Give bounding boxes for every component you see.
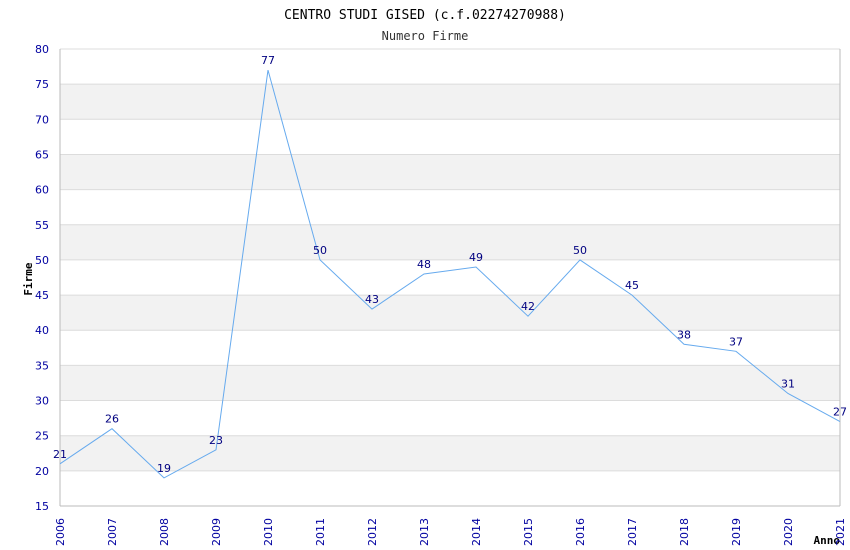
x-tick-2008: 2008 xyxy=(158,518,171,546)
x-tick-2010: 2010 xyxy=(262,518,275,546)
data-label-2019: 37 xyxy=(729,335,743,348)
y-tick-30: 30 xyxy=(35,395,49,408)
data-label-2015: 42 xyxy=(521,300,535,313)
y-tick-20: 20 xyxy=(35,465,49,478)
data-label-2016: 50 xyxy=(573,244,587,257)
chart-title: CENTRO STUDI GISED (c.f.02274270988) xyxy=(284,8,566,23)
x-tick-2011: 2011 xyxy=(314,518,327,546)
x-tick-2006: 2006 xyxy=(54,518,67,546)
x-tick-2012: 2012 xyxy=(366,518,379,546)
chart-subtitle: Numero Firme xyxy=(382,29,469,43)
data-label-2012: 43 xyxy=(365,293,379,306)
band-50 xyxy=(60,224,840,260)
data-label-2008: 19 xyxy=(157,462,171,475)
y-tick-75: 75 xyxy=(35,78,49,91)
y-tick-60: 60 xyxy=(35,184,49,197)
x-tick-labels: 2006 2007 2008 2009 2010 2011 2012 2013 2014 2015… xyxy=(54,518,847,546)
band-30 xyxy=(60,365,840,401)
data-label-2018: 38 xyxy=(677,328,691,341)
data-label-2006: 21 xyxy=(53,448,67,461)
y-tick-50: 50 xyxy=(35,254,49,267)
band-70 xyxy=(60,84,840,120)
y-tick-70: 70 xyxy=(35,113,49,126)
x-tick-2014: 2014 xyxy=(470,518,483,546)
band-40 xyxy=(60,295,840,331)
x-tick-2016: 2016 xyxy=(574,518,587,546)
x-tick-2013: 2013 xyxy=(418,518,431,546)
y-tick-40: 40 xyxy=(35,324,49,337)
y-tick-80: 80 xyxy=(35,43,49,56)
y-tick-45: 45 xyxy=(35,289,49,302)
data-label-2017: 45 xyxy=(625,279,639,292)
data-label-2021: 27 xyxy=(833,406,847,419)
y-tick-15: 15 xyxy=(35,500,49,513)
y-tick-55: 55 xyxy=(35,219,49,232)
data-label-2013: 48 xyxy=(417,258,431,271)
x-tick-2015: 2015 xyxy=(522,518,535,546)
line-chart: CENTRO STUDI GISED (c.f.02274270988) Num… xyxy=(22,8,847,547)
data-label-2009: 23 xyxy=(209,434,223,447)
series-firme xyxy=(59,69,841,479)
y-tick-labels: 15 20 25 30 35 40 45 50 55 60 65 70 75 80 xyxy=(35,43,49,513)
x-tick-2021: 2021 xyxy=(834,518,847,546)
background-bands xyxy=(60,84,840,471)
y-tick-65: 65 xyxy=(35,148,49,161)
data-label-2010: 77 xyxy=(261,54,275,67)
band-20 xyxy=(60,435,840,471)
x-tick-2007: 2007 xyxy=(106,518,119,546)
data-label-2020: 31 xyxy=(781,378,795,391)
band-60 xyxy=(60,154,840,190)
x-tick-2009: 2009 xyxy=(210,518,223,546)
data-label-2007: 26 xyxy=(105,413,119,426)
x-tick-2018: 2018 xyxy=(678,518,691,546)
x-tick-2019: 2019 xyxy=(730,518,743,546)
series-line xyxy=(59,69,841,479)
y-axis-title: Firme xyxy=(22,262,35,295)
y-tick-35: 35 xyxy=(35,359,49,372)
y-tick-25: 25 xyxy=(35,430,49,443)
x-tick-2017: 2017 xyxy=(626,518,639,546)
data-label-2011: 50 xyxy=(313,244,327,257)
x-tick-2020: 2020 xyxy=(782,518,795,546)
data-label-2014: 49 xyxy=(469,251,483,264)
